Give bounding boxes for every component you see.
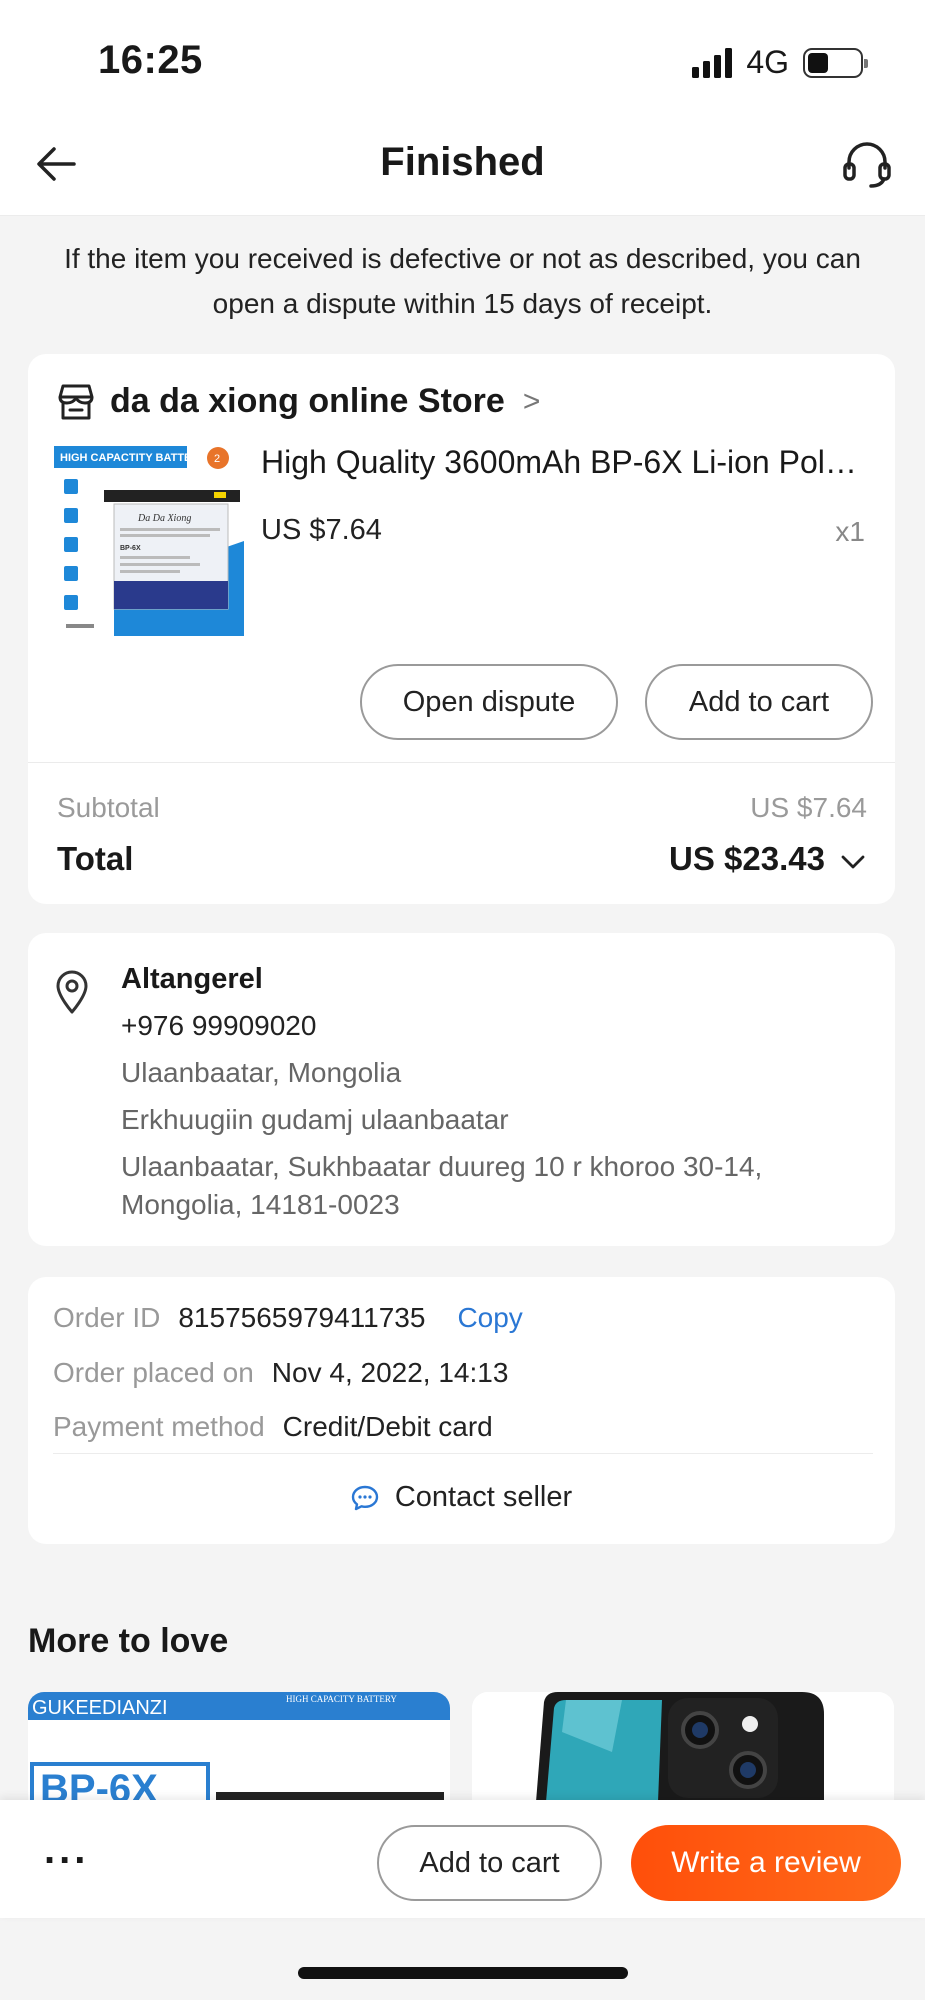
status-time: 16:25 <box>98 38 203 82</box>
payment-method-row: Payment method Credit/Debit card <box>53 1411 493 1443</box>
product-title[interactable]: High Quality 3600mAh BP-6X Li-ion Polyme… <box>261 444 866 481</box>
recommended-product-card[interactable] <box>472 1692 894 1802</box>
chevron-down-icon[interactable] <box>839 848 867 876</box>
phone-case-image <box>472 1692 894 1802</box>
image-model-text: BP-6X <box>120 545 141 552</box>
image-badge-text: 2 <box>214 453 220 465</box>
divider <box>53 1453 873 1454</box>
rec-brand-text: GUKEEDIANZI <box>32 1697 168 1719</box>
address-city: Ulaanbaatar, Mongolia <box>121 1057 402 1088</box>
page-title: Finished <box>380 140 545 184</box>
order-id-label: Order ID <box>53 1302 161 1333</box>
image-brand-text: Da Da Xiong <box>137 513 191 524</box>
subtotal-label: Subtotal <box>57 792 160 823</box>
recommended-product-image: GUKEEDIANZI HIGH CAPACITY BATTERY BP-6X <box>28 1692 450 1802</box>
image-banner-text: HIGH CAPACTITY BATTERY <box>60 452 207 464</box>
more-options-icon[interactable]: ... <box>44 1830 89 1870</box>
battery-icon <box>803 47 868 78</box>
copy-order-id-link[interactable]: Copy <box>457 1302 522 1334</box>
product-quantity: x1 <box>835 516 865 547</box>
headset-icon[interactable] <box>841 138 893 190</box>
order-id-row: Order ID 8157565979411735 Copy <box>53 1302 523 1334</box>
open-dispute-button[interactable]: Open dispute <box>360 664 618 740</box>
network-type: 4G <box>746 44 789 80</box>
add-to-cart-button[interactable]: Add to cart <box>377 1825 602 1901</box>
divider <box>28 762 895 763</box>
contact-seller-label: Contact seller <box>394 1481 573 1513</box>
location-pin-icon <box>56 970 88 1014</box>
total-value[interactable]: US $23.43 <box>669 840 825 878</box>
add-to-cart-button[interactable]: Add to cart <box>645 664 873 740</box>
order-placed-row: Order placed on Nov 4, 2022, 14:13 <box>53 1357 508 1389</box>
status-bar: 16:25 4G <box>0 0 925 110</box>
recommended-product-card[interactable]: GUKEEDIANZI HIGH CAPACITY BATTERY BP-6X <box>28 1692 450 1802</box>
shipping-address-card: Altangerel +976 99909020 Ulaanbaatar, Mo… <box>28 933 895 1246</box>
bottom-action-bar: ... Add to cart Write a review <box>0 1800 925 1918</box>
more-to-love-title: More to love <box>28 1622 229 1660</box>
total-label: Total <box>57 840 134 877</box>
dispute-notice: If the item you received is defective or… <box>64 243 861 319</box>
nav-bar: Finished <box>0 110 925 216</box>
rec-model-text: BP-6X <box>40 1767 158 1802</box>
store-icon <box>58 384 94 419</box>
product-image[interactable]: HIGH CAPACTITY BATTERY 2 Da Da Xiong BP-… <box>54 446 269 636</box>
rec-banner-text: HIGH CAPACITY BATTERY <box>286 1694 397 1704</box>
home-indicator <box>298 1967 628 1979</box>
order-id-value: 8157565979411735 <box>178 1302 426 1333</box>
address-full: Ulaanbaatar, Sukhbaatar duureg 10 r khor… <box>121 1151 763 1220</box>
product-price: US $7.64 <box>261 514 382 546</box>
contact-seller-button[interactable]: Contact seller <box>28 1481 895 1514</box>
subtotal-value: US $7.64 <box>750 792 867 823</box>
signal-icon <box>692 47 733 78</box>
store-name: da da xiong online Store <box>110 382 505 420</box>
recipient-name: Altangerel <box>121 963 263 995</box>
chat-bubble-icon <box>351 1485 379 1510</box>
recipient-phone: +976 99909020 <box>121 1010 317 1041</box>
store-card: da da xiong online Store > HIGH CAPACTIT… <box>28 354 895 904</box>
order-placed-value: Nov 4, 2022, 14:13 <box>271 1357 509 1388</box>
store-link[interactable]: da da xiong online Store > <box>56 382 540 421</box>
payment-method-label: Payment method <box>53 1411 265 1442</box>
chevron-right-icon: > <box>522 384 541 418</box>
battery-product-graphic: HIGH CAPACTITY BATTERY 2 Da Da Xiong BP-… <box>54 446 269 636</box>
address-street: Erkhuugiin gudamj ulaanbaatar <box>121 1104 509 1135</box>
order-placed-label: Order placed on <box>53 1357 254 1388</box>
write-review-button[interactable]: Write a review <box>631 1825 901 1901</box>
order-info-card: Order ID 8157565979411735 Copy Order pla… <box>28 1277 895 1544</box>
payment-method-value: Credit/Debit card <box>282 1411 493 1442</box>
status-indicators: 4G <box>692 44 868 81</box>
